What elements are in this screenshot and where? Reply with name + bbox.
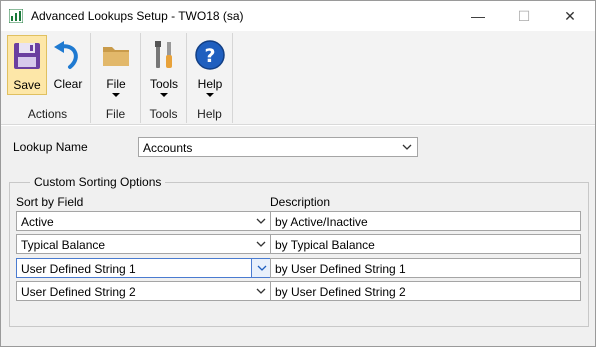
close-button[interactable]: ✕ [547,1,593,31]
minimize-icon: — [471,8,485,24]
sort-description-value: by User Defined String 1 [275,262,406,276]
app-icon [9,9,23,23]
chevron-down-icon[interactable] [397,138,417,156]
sort-field-value: Typical Balance [21,238,106,252]
sort-field-value: Active [21,215,54,229]
ribbon: Save Clear Actions File File Tools Tools… [1,31,595,125]
help-label: Help [197,77,223,91]
lookup-name-value: Accounts [143,141,193,155]
chevron-down-icon [206,93,214,97]
ribbon-group-help: ? Help Help [187,33,233,123]
sort-description-input-3[interactable]: by User Defined String 1 [270,258,581,278]
group-label-tools: Tools [149,107,178,121]
sort-description-value: by Typical Balance [275,238,375,252]
custom-sorting-options-title: Custom Sorting Options [30,175,166,189]
undo-arrow-icon [54,41,78,69]
sort-field-select-2[interactable]: Typical Balance [16,234,272,254]
chevron-down-icon [160,93,168,97]
maximize-button[interactable]: ☐ [501,1,547,31]
sort-field-select-3[interactable]: User Defined String 1 [16,258,272,278]
chevron-down-icon[interactable] [251,282,271,300]
sort-description-input-4[interactable]: by User Defined String 2 [270,281,581,301]
close-icon: ✕ [564,7,576,24]
group-label-actions: Actions [27,107,68,121]
tools-label: Tools [149,77,178,91]
maximize-icon: ☐ [517,7,531,24]
tools-menu-button[interactable]: Tools [143,35,185,97]
ribbon-group-actions: Save Clear Actions [5,33,91,123]
ribbon-group-tools: Tools Tools [141,33,187,123]
title-bar: Advanced Lookups Setup - TWO18 (sa) — ☐ … [1,1,595,31]
advanced-lookups-setup-window: Advanced Lookups Setup - TWO18 (sa) — ☐ … [0,0,596,347]
window-title: Advanced Lookups Setup - TWO18 (sa) [31,9,244,23]
form-content: Lookup Name Accounts Custom Sorting Opti… [1,126,595,346]
ribbon-group-file: File File [91,33,141,123]
minimize-button[interactable]: — [455,1,501,31]
sort-description-input-2[interactable]: by Typical Balance [270,234,581,254]
sort-description-value: by Active/Inactive [275,215,368,229]
sort-field-select-1[interactable]: Active [16,211,272,231]
svg-text:?: ? [204,45,215,67]
folder-icon [103,47,129,66]
save-disk-icon [14,43,40,69]
custom-sorting-options-group: Custom Sorting Options Sort by Field Des… [9,175,589,327]
help-icon: ? [195,40,225,70]
clear-button[interactable]: Clear [49,35,87,95]
chevron-down-icon [112,93,120,97]
sort-field-select-4[interactable]: User Defined String 2 [16,281,272,301]
sort-by-field-header: Sort by Field [16,195,84,209]
sort-field-value: User Defined String 1 [21,262,136,276]
description-header: Description [270,195,331,209]
help-menu-button[interactable]: ? Help [189,35,231,97]
group-label-file: File [105,107,126,121]
lookup-name-label: Lookup Name [13,140,88,154]
clear-label: Clear [53,77,83,91]
group-label-help: Help [197,107,222,121]
tools-icon [155,41,172,68]
sort-field-value: User Defined String 2 [21,285,136,299]
chevron-down-icon[interactable] [251,212,271,230]
save-label: Save [13,78,41,92]
sort-description-value: by User Defined String 2 [275,285,406,299]
sort-description-input-1[interactable]: by Active/Inactive [270,211,581,231]
save-button[interactable]: Save [7,35,47,95]
file-menu-button[interactable]: File [95,35,137,97]
lookup-name-select[interactable]: Accounts [138,137,418,157]
chevron-down-icon[interactable] [251,235,271,253]
chevron-down-icon[interactable] [251,259,271,277]
file-label: File [106,77,126,91]
